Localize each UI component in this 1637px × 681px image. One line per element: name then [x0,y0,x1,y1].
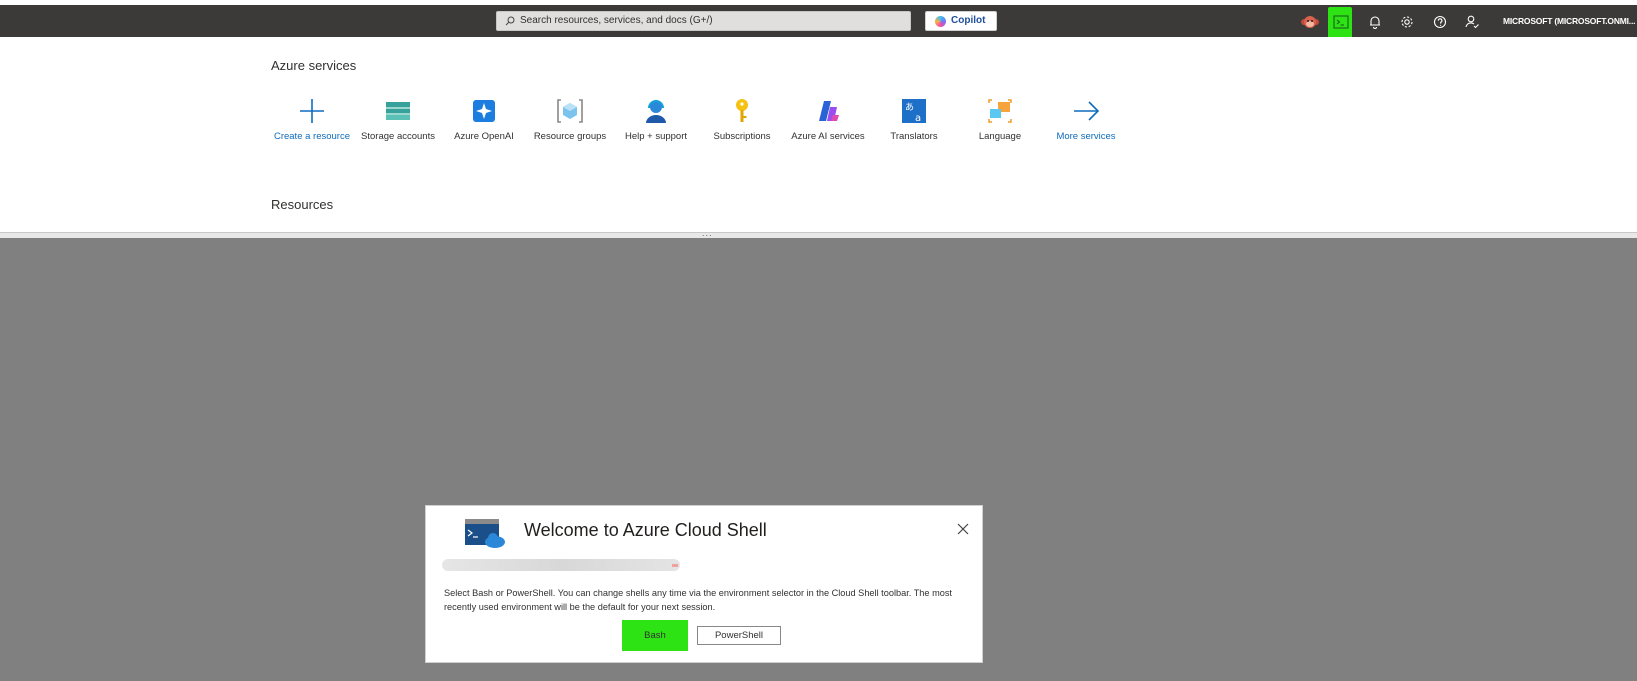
dialog-description: Select Bash or PowerShell. You can chang… [444,588,952,612]
service-label: Create a resource [273,131,351,142]
bash-button[interactable]: Bash [625,626,685,645]
service-translators[interactable]: あ a Translators [873,97,955,144]
search-icon [505,16,515,26]
top-bar: Search resources, services, and docs (G+… [0,5,1637,53]
redacted-text [442,559,680,571]
service-azure-ai[interactable]: Azure AI services [787,97,869,144]
copilot-label: Copilot [951,15,986,26]
storage-icon [386,102,410,120]
service-label: Subscriptions [713,131,771,142]
redaction-mark [672,564,678,567]
resize-dots: ... [702,228,713,238]
gear-icon[interactable] [1397,12,1417,32]
powershell-button[interactable]: PowerShell [697,626,781,645]
service-more-services[interactable]: More services [1045,97,1127,144]
service-label: Help + support [624,131,688,142]
arrow-right-icon [1074,101,1100,121]
service-azure-openai[interactable]: Azure OpenAI [443,97,525,144]
service-resource-groups[interactable]: Resource groups [529,97,611,144]
bell-icon[interactable] [1365,12,1385,32]
service-label: Storage accounts [361,131,435,142]
close-icon[interactable] [956,522,970,536]
copilot-button[interactable]: Copilot [925,11,997,31]
help-icon[interactable] [1430,12,1450,32]
service-storage-accounts[interactable]: Storage accounts [357,97,439,144]
service-label: More services [1056,131,1116,142]
openai-icon [473,100,495,122]
search-input[interactable]: Search resources, services, and docs (G+… [496,11,911,31]
language-icon [988,99,1012,123]
service-label: Azure OpenAI [454,131,514,142]
monkey-avatar-icon[interactable] [1300,12,1320,32]
service-label: Language [978,131,1022,142]
cloud-shell-icon[interactable] [1331,12,1351,32]
service-help-support[interactable]: Help + support [615,97,697,144]
plus-icon [300,99,324,123]
cloud-shell-logo-icon [465,519,505,548]
resource-group-icon [557,99,583,123]
account-label[interactable]: MICROSOFT (MICROSOFT.ONMI... [1503,16,1635,26]
service-label: Azure AI services [791,131,865,142]
dialog-title: Welcome to Azure Cloud Shell [524,520,767,540]
ai-services-icon [819,101,839,121]
search-placeholder: Search resources, services, and docs (G+… [520,15,713,26]
translator-icon: あ a [902,99,926,124]
service-label: Translators [890,131,938,142]
main-content: Azure services Create a resource Storage… [0,37,1637,233]
svg-text:あ: あ [905,102,914,113]
resources-title: Resources [271,197,334,212]
cloud-shell-dialog: Welcome to Azure Cloud Shell Select Bash… [425,505,983,663]
key-icon [736,99,748,122]
service-label: Resource groups [533,131,607,142]
service-subscriptions[interactable]: Subscriptions [701,97,783,144]
service-language[interactable]: Language [959,97,1041,144]
svg-text:a: a [915,113,921,124]
service-create-resource[interactable]: Create a resource [271,97,353,144]
feedback-icon[interactable] [1462,12,1482,32]
copilot-icon [935,16,946,27]
support-icon [646,100,666,123]
azure-services-title: Azure services [271,58,357,73]
